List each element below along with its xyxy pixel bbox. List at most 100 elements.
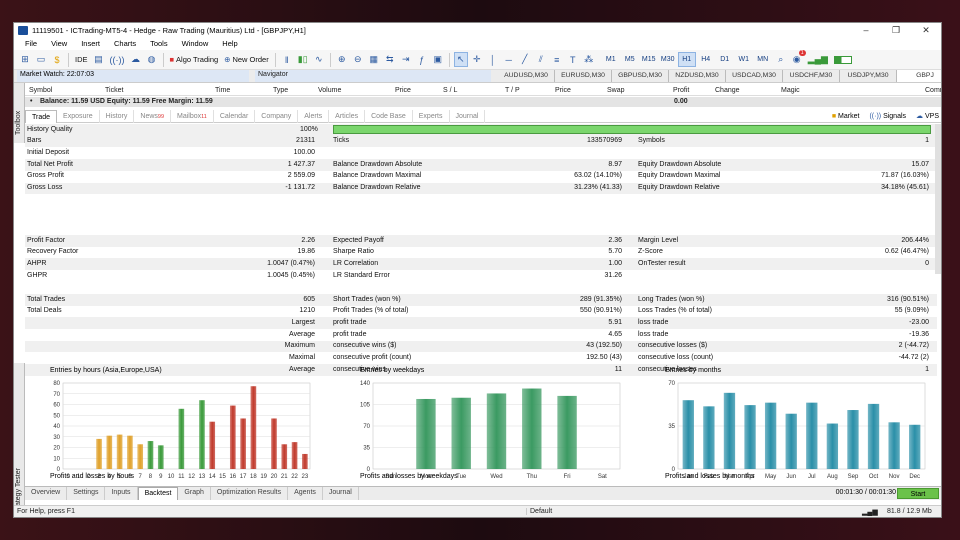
search-icon[interactable]: ⌕: [774, 52, 788, 67]
hline-icon[interactable]: ─: [502, 52, 516, 67]
vps-icon[interactable]: ◍: [145, 52, 159, 67]
tab-experts[interactable]: Experts: [413, 109, 450, 123]
strategy-tab-journal[interactable]: Journal: [323, 487, 359, 500]
profiles-icon[interactable]: ▭: [34, 52, 48, 67]
tab-trade[interactable]: Trade: [25, 109, 58, 123]
new-order-button[interactable]: ⊕ New Order: [222, 52, 271, 67]
new-chart-icon[interactable]: ⊞: [18, 52, 32, 67]
strategy-tab-overview[interactable]: Overview: [25, 487, 68, 500]
tab-history[interactable]: History: [100, 109, 135, 123]
y-tick-label: 40: [53, 424, 60, 430]
menu-window[interactable]: Window: [175, 39, 216, 48]
tab-journal[interactable]: Journal: [450, 109, 486, 123]
report-row: Largest profit trade 5.91 loss trade -23.00: [25, 317, 937, 330]
report-label: Short Trades (won %): [333, 295, 401, 303]
timeframe-m15[interactable]: M15: [640, 52, 658, 67]
report-label: consecutive profit (count): [333, 354, 412, 361]
timeframe-h1[interactable]: H1: [677, 52, 696, 67]
chart-tab[interactable]: USDCAD,M30: [726, 70, 783, 82]
y-tick-label: 10: [53, 456, 60, 462]
cursor-icon[interactable]: ↖: [453, 52, 468, 67]
tab-alerts[interactable]: Alerts: [298, 109, 330, 123]
report-value: 31.23% (41.33): [574, 184, 622, 191]
timeframe-mn[interactable]: MN: [754, 52, 772, 67]
timeframe-m5[interactable]: M5: [621, 52, 639, 67]
tab-code-base[interactable]: Code Base: [365, 109, 413, 123]
tab-company[interactable]: Company: [255, 109, 299, 123]
report-scrollbar[interactable]: [935, 124, 941, 274]
report-value: 1.0045 (0.45%): [267, 271, 315, 279]
shift-icon[interactable]: ⇥: [399, 52, 413, 67]
navigator-panel[interactable]: Navigator: [255, 70, 491, 82]
vline-icon[interactable]: │: [486, 52, 500, 67]
chart-tab[interactable]: EURUSD,M30: [555, 70, 612, 82]
timeframe-m1[interactable]: M1: [602, 52, 620, 67]
notifications-icon[interactable]: ◉ 1: [790, 50, 806, 67]
chart-tab[interactable]: AUDUSD,M30: [498, 70, 555, 82]
scroll-icon[interactable]: ⇆: [383, 52, 397, 67]
bar-chart-icon[interactable]: ‖: [280, 52, 294, 67]
tab-news[interactable]: News99: [134, 109, 172, 123]
line-chart-icon[interactable]: ∿: [312, 52, 326, 67]
strategy-tab-graph[interactable]: Graph: [178, 487, 211, 500]
menu-tools[interactable]: Tools: [143, 39, 175, 48]
menu-file[interactable]: File: [18, 39, 44, 48]
menu-view[interactable]: View: [44, 39, 74, 48]
tab-articles[interactable]: Articles: [329, 109, 366, 123]
minimize-icon[interactable]: –: [851, 25, 881, 35]
zoom-out-icon[interactable]: ⊖: [351, 52, 365, 67]
menu-insert[interactable]: Insert: [74, 39, 107, 48]
algo-trading-button[interactable]: ■ Algo Trading: [168, 52, 221, 67]
bar: [178, 408, 185, 469]
signal-strength-icon[interactable]: ▂▄▆: [806, 52, 830, 67]
history-icon[interactable]: ▤: [92, 52, 106, 67]
chart-tab[interactable]: USDCHF,M30: [783, 70, 840, 82]
menu-charts[interactable]: Charts: [107, 39, 143, 48]
chart-tab[interactable]: GBPUSD,M30: [612, 70, 669, 82]
y-tick-label: 20: [53, 446, 60, 452]
menu-help[interactable]: Help: [215, 39, 244, 48]
templates-icon[interactable]: ▣: [431, 52, 445, 67]
ide-button[interactable]: IDE: [73, 52, 90, 67]
market-watch-panel[interactable]: Market Watch: 22:07:03: [17, 70, 249, 82]
tab-mailbox[interactable]: Mailbox11: [171, 109, 214, 123]
text-tool-icon[interactable]: T: [566, 52, 580, 67]
strategy-tab-optimization-results[interactable]: Optimization Results: [211, 487, 289, 500]
report-label: LR Correlation: [333, 259, 379, 267]
market-icon[interactable]: $: [50, 52, 64, 67]
close-icon[interactable]: ✕: [911, 25, 941, 36]
tab-exposure[interactable]: Exposure: [57, 109, 100, 123]
timeframe-h4[interactable]: H4: [697, 52, 715, 67]
fibo-icon[interactable]: ≡: [550, 52, 564, 67]
signals-icon[interactable]: ((·)): [108, 52, 127, 67]
crosshair-icon[interactable]: ✛: [470, 52, 484, 67]
tab-calendar[interactable]: Calendar: [214, 109, 256, 123]
market-link[interactable]: ■ Market: [832, 110, 860, 123]
maximize-icon[interactable]: ❐: [881, 25, 911, 36]
indicators-icon[interactable]: ƒ: [415, 52, 429, 67]
zoom-in-icon[interactable]: ⊕: [335, 52, 349, 67]
toggle-icon[interactable]: [832, 52, 854, 67]
timeframe-d1[interactable]: D1: [716, 52, 734, 67]
strategy-tab-agents[interactable]: Agents: [288, 487, 323, 500]
channel-icon[interactable]: ⫽: [534, 52, 548, 67]
start-button[interactable]: Start: [897, 488, 939, 499]
timeframe-m30[interactable]: M30: [659, 52, 677, 67]
chart-tab[interactable]: NZDUSD,M30: [669, 70, 726, 82]
chart-tab[interactable]: GBPJ: [897, 70, 941, 82]
candles-icon[interactable]: ▮▯: [296, 52, 310, 67]
vps-link[interactable]: ☁ VPS: [916, 110, 939, 123]
tile-icon[interactable]: ▦: [367, 52, 381, 67]
strategy-tab-inputs[interactable]: Inputs: [105, 487, 138, 500]
shapes-icon[interactable]: ⁂: [582, 52, 596, 67]
strategy-tab-backtest[interactable]: Backtest: [137, 487, 179, 500]
bar: [281, 444, 288, 469]
report-value: 2 (-44.72): [898, 342, 929, 350]
signals-link[interactable]: ((·)) Signals: [869, 110, 906, 123]
report-value: 1.0047 (0.47%): [267, 259, 315, 267]
chart-tab[interactable]: USDJPY,M30: [840, 70, 897, 82]
timeframe-w1[interactable]: W1: [735, 52, 753, 67]
trendline-icon[interactable]: ╱: [518, 52, 532, 67]
cloud-icon[interactable]: ☁: [129, 52, 143, 67]
strategy-tab-settings[interactable]: Settings: [67, 487, 106, 500]
